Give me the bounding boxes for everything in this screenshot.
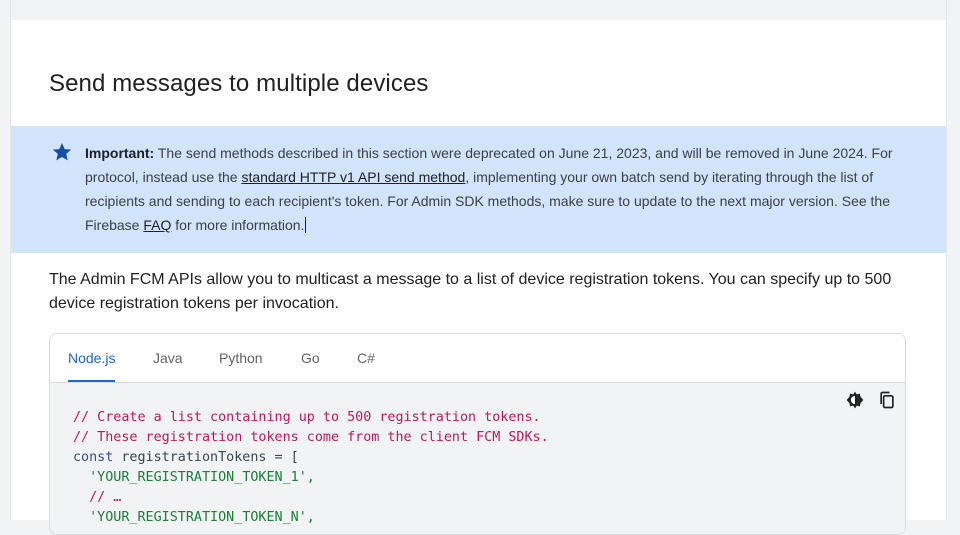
- code-line: // …: [73, 490, 122, 505]
- tab-python[interactable]: Python: [219, 334, 263, 382]
- star-icon: [51, 141, 73, 163]
- tab-nodejs[interactable]: Node.js: [68, 334, 116, 382]
- important-callout: Important: The send methods described in…: [11, 126, 946, 253]
- top-band: [11, 0, 946, 20]
- page-card: Send messages to multiple devices Import…: [10, 0, 947, 535]
- http-v1-send-link[interactable]: standard HTTP v1 API send method: [241, 169, 465, 185]
- code-line: registrationTokens = [: [113, 450, 299, 465]
- code-line: // These registration tokens come from t…: [73, 430, 549, 445]
- theme-toggle-icon[interactable]: [845, 390, 865, 410]
- code-line: 'YOUR_REGISTRATION_TOKEN_1',: [73, 470, 315, 485]
- page-title: Send messages to multiple devices: [49, 70, 429, 97]
- callout-text-part-3: for more information.: [171, 217, 305, 233]
- code-content: // Create a list containing up to 500 re…: [73, 408, 549, 528]
- code-line: // Create a list containing up to 500 re…: [73, 410, 541, 425]
- code-language-tabs: Node.js Java Python Go C#: [50, 334, 905, 383]
- intro-paragraph: The Admin FCM APIs allow you to multicas…: [49, 271, 892, 312]
- copy-icon[interactable]: [877, 390, 897, 410]
- tab-go[interactable]: Go: [301, 334, 320, 382]
- text-caret: [305, 217, 307, 233]
- callout-text: Important: The send methods described in…: [85, 141, 893, 237]
- code-line: 'YOUR_REGISTRATION_TOKEN_N',: [73, 510, 315, 525]
- code-sample: Node.js Java Python Go C# // Create a li…: [49, 333, 906, 535]
- tab-java[interactable]: Java: [153, 334, 183, 382]
- code-keyword: const: [73, 450, 114, 465]
- callout-label: Important:: [85, 145, 155, 161]
- tab-csharp[interactable]: C#: [357, 334, 375, 382]
- faq-link[interactable]: FAQ: [143, 217, 171, 233]
